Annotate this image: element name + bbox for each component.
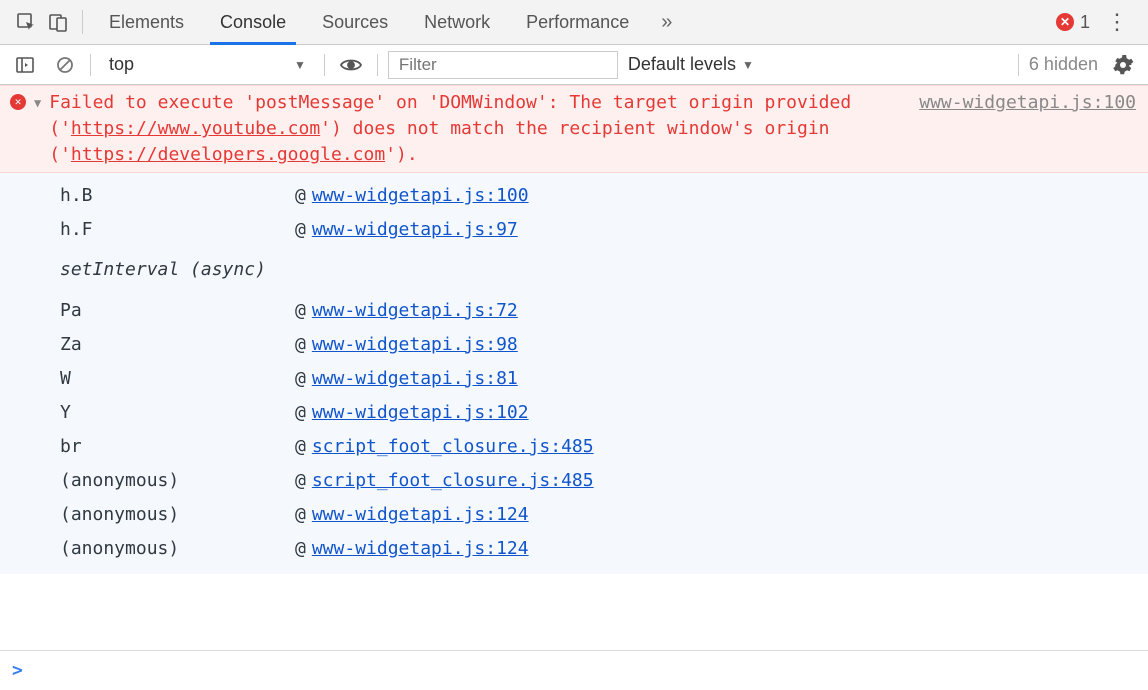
stack-frame-location-link[interactable]: www-widgetapi.js:98 <box>312 332 518 358</box>
stack-frame-function: br <box>60 434 295 460</box>
toolbar-divider <box>1018 54 1019 76</box>
stack-frame-function: Y <box>60 400 295 426</box>
stack-frame-at: @ <box>295 217 306 243</box>
error-message-text: Failed to execute 'postMessage' on 'DOMW… <box>49 90 895 168</box>
execution-context-selector[interactable]: top ▼ <box>101 52 314 77</box>
stack-frame[interactable]: Za@www-widgetapi.js:98 <box>60 328 1148 362</box>
stack-frame-location-link[interactable]: www-widgetapi.js:124 <box>312 502 529 528</box>
stack-frame-function: (anonymous) <box>60 502 295 528</box>
stack-frame[interactable]: Pa@www-widgetapi.js:72 <box>60 294 1148 328</box>
panel-tabs: Elements Console Sources Network Perform… <box>91 0 1056 44</box>
stack-frame[interactable]: br@script_foot_closure.js:485 <box>60 430 1148 464</box>
console-settings-icon[interactable] <box>1108 54 1138 76</box>
stack-frame-function: W <box>60 366 295 392</box>
stack-frame-at: @ <box>295 434 306 460</box>
expand-stacktrace-toggle[interactable]: ▼ <box>34 95 41 112</box>
console-messages: ✕ ▼ Failed to execute 'postMessage' on '… <box>0 85 1148 650</box>
stack-frame[interactable]: (anonymous)@www-widgetapi.js:124 <box>60 532 1148 566</box>
context-label: top <box>109 54 134 75</box>
stack-frame-at: @ <box>295 468 306 494</box>
error-count-badge[interactable]: ✕ 1 <box>1056 12 1090 33</box>
stack-frame-function: h.F <box>60 217 295 243</box>
error-url-1[interactable]: https://www.youtube.com <box>71 118 320 139</box>
stack-frame-at: @ <box>295 183 306 209</box>
stack-frame-function: Pa <box>60 298 295 324</box>
more-tabs-icon[interactable]: » <box>647 11 686 34</box>
topbar-right: ✕ 1 ⋮ <box>1056 9 1138 35</box>
stack-frame-at: @ <box>295 502 306 528</box>
tab-elements[interactable]: Elements <box>91 0 202 44</box>
device-toolbar-icon[interactable] <box>42 6 74 38</box>
stack-frame-at: @ <box>295 366 306 392</box>
tab-sources[interactable]: Sources <box>304 0 406 44</box>
error-count-label: 1 <box>1080 12 1090 33</box>
stack-frame-location-link[interactable]: www-widgetapi.js:72 <box>312 298 518 324</box>
tab-console[interactable]: Console <box>202 0 304 44</box>
devtools-top-toolbar: Elements Console Sources Network Perform… <box>0 0 1148 45</box>
stack-frame-at: @ <box>295 298 306 324</box>
stack-frame-function: (anonymous) <box>60 468 295 494</box>
inspect-element-icon[interactable] <box>10 6 42 38</box>
stack-frame-location-link[interactable]: www-widgetapi.js:102 <box>312 400 529 426</box>
toggle-console-sidebar-icon[interactable] <box>10 50 40 80</box>
stack-frame-location-link[interactable]: www-widgetapi.js:81 <box>312 366 518 392</box>
stack-frame-at: @ <box>295 332 306 358</box>
stack-frame[interactable]: W@www-widgetapi.js:81 <box>60 362 1148 396</box>
stack-frame-location-link[interactable]: www-widgetapi.js:97 <box>312 217 518 243</box>
dropdown-arrow-icon: ▼ <box>742 58 754 72</box>
tab-network[interactable]: Network <box>406 0 508 44</box>
error-icon: ✕ <box>1056 13 1074 31</box>
stack-frame-location-link[interactable]: script_foot_closure.js:485 <box>312 434 594 460</box>
toolbar-divider <box>324 54 325 76</box>
stack-frame[interactable]: Y@www-widgetapi.js:102 <box>60 396 1148 430</box>
error-source-link[interactable]: www-widgetapi.js:100 <box>919 90 1136 116</box>
error-url-2[interactable]: https://developers.google.com <box>71 144 385 165</box>
stack-frame-at: @ <box>295 536 306 562</box>
live-expression-icon[interactable] <box>335 55 367 75</box>
stack-frame[interactable]: h.B@www-widgetapi.js:100 <box>60 179 1148 213</box>
toolbar-divider <box>90 54 91 76</box>
prompt-caret-icon: > <box>12 660 23 681</box>
console-error-message[interactable]: ✕ ▼ Failed to execute 'postMessage' on '… <box>0 85 1148 173</box>
toolbar-divider <box>377 54 378 76</box>
stack-frame[interactable]: h.F@www-widgetapi.js:97 <box>60 213 1148 247</box>
hidden-messages-label[interactable]: 6 hidden <box>1029 54 1098 75</box>
console-prompt[interactable]: > <box>0 650 1148 690</box>
log-levels-selector[interactable]: Default levels ▼ <box>628 54 754 75</box>
console-toolbar: top ▼ Default levels ▼ 6 hidden <box>0 45 1148 85</box>
stack-frame[interactable]: (anonymous)@www-widgetapi.js:124 <box>60 498 1148 532</box>
stack-frame-function: (anonymous) <box>60 536 295 562</box>
levels-label: Default levels <box>628 54 736 75</box>
stack-frame-location-link[interactable]: script_foot_closure.js:485 <box>312 468 594 494</box>
stack-frame-function: h.B <box>60 183 295 209</box>
stacktrace: h.B@www-widgetapi.js:100h.F@www-widgetap… <box>0 173 1148 574</box>
stack-frame-location-link[interactable]: www-widgetapi.js:124 <box>312 536 529 562</box>
stack-frame[interactable]: (anonymous)@script_foot_closure.js:485 <box>60 464 1148 498</box>
dropdown-arrow-icon: ▼ <box>294 58 306 72</box>
stack-frame-location-link[interactable]: www-widgetapi.js:100 <box>312 183 529 209</box>
customize-menu-icon[interactable]: ⋮ <box>1102 9 1132 35</box>
async-separator: setInterval (async) <box>60 247 1148 293</box>
error-icon: ✕ <box>10 94 26 110</box>
clear-console-icon[interactable] <box>50 50 80 80</box>
filter-input[interactable] <box>388 51 618 79</box>
tab-performance[interactable]: Performance <box>508 0 647 44</box>
toolbar-divider <box>82 10 83 34</box>
stack-frame-at: @ <box>295 400 306 426</box>
stack-frame-function: Za <box>60 332 295 358</box>
